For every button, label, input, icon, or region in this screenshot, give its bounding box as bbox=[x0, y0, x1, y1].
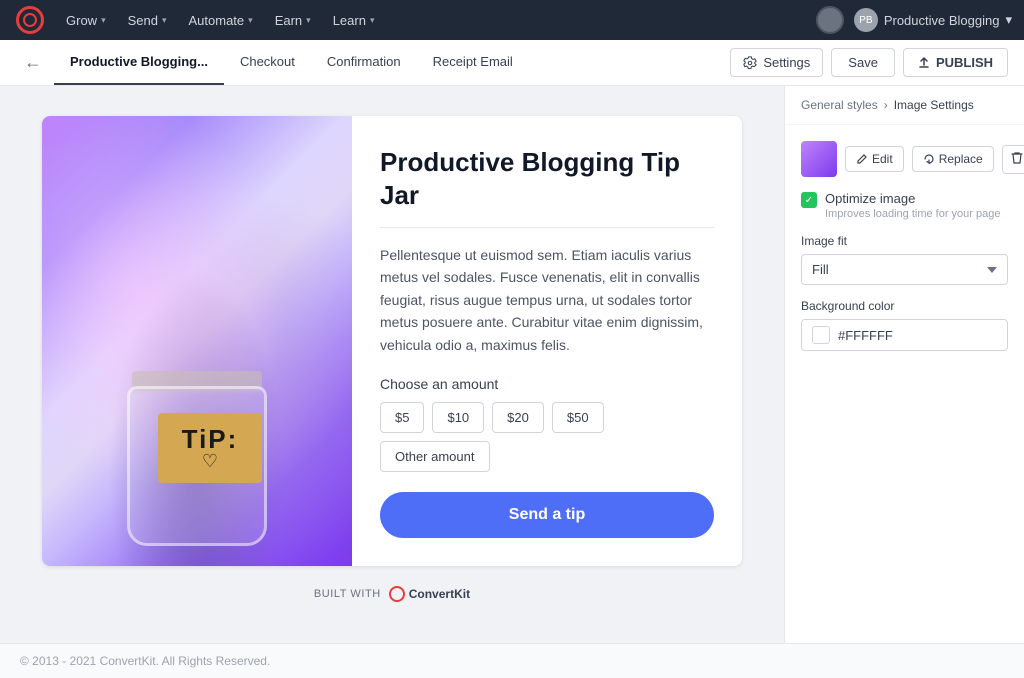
color-value: #FFFFFF bbox=[838, 328, 893, 343]
bg-color-field: Background color #FFFFFF bbox=[801, 299, 1008, 351]
image-fit-label: Image fit bbox=[801, 234, 1008, 248]
amount-other[interactable]: Other amount bbox=[380, 441, 490, 472]
jar-illustration: TiP: ♡ bbox=[117, 346, 277, 546]
bg-color-label: Background color bbox=[801, 299, 1008, 313]
chevron-down-icon: ▾ bbox=[248, 15, 253, 26]
chevron-down-icon: ▾ bbox=[162, 15, 167, 26]
tip-jar-card: TiP: ♡ Productive Blogging Tip Jar Pelle… bbox=[42, 116, 742, 566]
notification-icon[interactable] bbox=[816, 6, 844, 34]
card-content: Productive Blogging Tip Jar Pellentesque… bbox=[352, 116, 742, 566]
ck-icon bbox=[389, 586, 405, 602]
convertkit-logo[interactable]: ConvertKit bbox=[389, 586, 470, 602]
edit-icon bbox=[856, 153, 868, 165]
image-fit-select[interactable]: Fill Fit Stretch bbox=[801, 254, 1008, 285]
tab-checkout[interactable]: Checkout bbox=[224, 40, 311, 85]
tab-receipt-email[interactable]: Receipt Email bbox=[417, 40, 529, 85]
amount-20[interactable]: $20 bbox=[492, 402, 544, 433]
replace-image-button[interactable]: Replace bbox=[912, 146, 994, 172]
avatar: PB bbox=[854, 8, 878, 32]
settings-icon bbox=[743, 56, 757, 70]
publish-icon bbox=[918, 57, 930, 69]
tab-productive-blogging[interactable]: Productive Blogging... bbox=[54, 40, 224, 85]
optimize-row: ✓ Optimize image Improves loading time f… bbox=[801, 191, 1008, 220]
nav-items: Grow ▾ Send ▾ Automate ▾ Earn ▾ Learn ▾ bbox=[56, 7, 816, 34]
tab-confirmation[interactable]: Confirmation bbox=[311, 40, 417, 85]
optimize-sublabel: Improves loading time for your page bbox=[825, 208, 1000, 220]
right-panel: General styles › Image Settings Edit Rep… bbox=[784, 86, 1024, 643]
nav-send[interactable]: Send ▾ bbox=[118, 7, 177, 34]
panel-body: Edit Replace ✓ Optimize image Improves l… bbox=[785, 125, 1024, 367]
amount-10[interactable]: $10 bbox=[432, 402, 484, 433]
amount-label: Choose an amount bbox=[380, 376, 714, 392]
delete-image-button[interactable] bbox=[1002, 145, 1024, 174]
card-description: Pellentesque ut euismod sem. Etiam iacul… bbox=[380, 244, 714, 356]
editor-actions: Settings Save PUBLISH bbox=[730, 48, 1008, 77]
main-layout: TiP: ♡ Productive Blogging Tip Jar Pelle… bbox=[0, 86, 1024, 643]
footer: © 2013 - 2021 ConvertKit. All Rights Res… bbox=[0, 643, 1024, 678]
nav-grow[interactable]: Grow ▾ bbox=[56, 7, 116, 34]
back-button[interactable]: ← bbox=[16, 48, 50, 77]
card-image: TiP: ♡ bbox=[42, 116, 352, 566]
amount-buttons: $5 $10 $20 $50 Other amount bbox=[380, 402, 714, 472]
send-tip-button[interactable]: Send a tip bbox=[380, 492, 714, 538]
secondary-navigation: ← Productive Blogging... Checkout Confir… bbox=[0, 40, 1024, 86]
replace-icon bbox=[923, 153, 935, 165]
card-divider bbox=[380, 227, 714, 228]
settings-button[interactable]: Settings bbox=[730, 48, 823, 77]
optimize-label: Optimize image bbox=[825, 191, 1000, 206]
bg-color-input[interactable]: #FFFFFF bbox=[801, 319, 1008, 351]
chevron-down-icon: ▾ bbox=[101, 15, 106, 26]
content-area: TiP: ♡ Productive Blogging Tip Jar Pelle… bbox=[0, 86, 784, 643]
image-fit-field: Image fit Fill Fit Stretch bbox=[801, 234, 1008, 285]
image-thumbnail bbox=[801, 141, 837, 177]
color-swatch bbox=[812, 326, 830, 344]
amount-5[interactable]: $5 bbox=[380, 402, 424, 433]
panel-breadcrumb: General styles › Image Settings bbox=[785, 86, 1024, 125]
amount-50[interactable]: $50 bbox=[552, 402, 604, 433]
trash-icon bbox=[1011, 151, 1023, 165]
nav-learn[interactable]: Learn ▾ bbox=[323, 7, 385, 34]
page-tabs: Productive Blogging... Checkout Confirma… bbox=[54, 40, 730, 85]
nav-right: PB Productive Blogging ▾ bbox=[816, 6, 1012, 34]
breadcrumb-current: Image Settings bbox=[894, 98, 974, 112]
user-menu[interactable]: PB Productive Blogging ▾ bbox=[854, 8, 1012, 32]
image-preview-row: Edit Replace bbox=[801, 141, 1008, 177]
optimize-checkbox[interactable]: ✓ bbox=[801, 192, 817, 208]
footer-text: © 2013 - 2021 ConvertKit. All Rights Res… bbox=[20, 654, 270, 668]
built-with-bar: BUILT WITH ConvertKit bbox=[314, 586, 470, 602]
app-logo[interactable] bbox=[12, 2, 48, 38]
nav-automate[interactable]: Automate ▾ bbox=[179, 7, 263, 34]
chevron-down-icon: ▾ bbox=[370, 15, 375, 26]
top-navigation: Grow ▾ Send ▾ Automate ▾ Earn ▾ Learn ▾ … bbox=[0, 0, 1024, 40]
chevron-down-icon: ▾ bbox=[306, 15, 311, 26]
nav-earn[interactable]: Earn ▾ bbox=[265, 7, 321, 34]
card-title: Productive Blogging Tip Jar bbox=[380, 146, 714, 211]
save-button[interactable]: Save bbox=[831, 48, 895, 77]
edit-image-button[interactable]: Edit bbox=[845, 146, 904, 172]
publish-button[interactable]: PUBLISH bbox=[903, 48, 1008, 77]
